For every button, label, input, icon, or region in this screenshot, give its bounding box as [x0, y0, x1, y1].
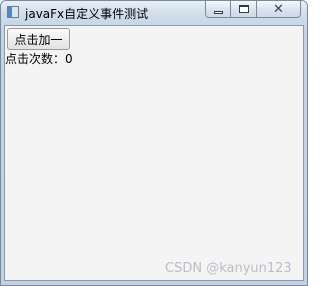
- minimize-button[interactable]: [205, 1, 231, 18]
- minimize-icon: [213, 10, 223, 14]
- title-bar[interactable]: javaFx自定义事件测试 ✕: [1, 1, 307, 25]
- click-count-row: 点击次数：0: [5, 50, 73, 67]
- app-icon: [7, 6, 19, 18]
- app-window: javaFx自定义事件测试 ✕ 点击加一 点击次数：0 CSDN @kanyun…: [0, 0, 308, 286]
- window-title: javaFx自定义事件测试: [25, 7, 149, 21]
- watermark-text: CSDN @kanyun123: [165, 261, 292, 276]
- close-icon: ✕: [273, 1, 284, 17]
- click-count-value: 0: [65, 52, 73, 66]
- increment-button[interactable]: 点击加一: [7, 28, 70, 50]
- caption-buttons: ✕: [205, 1, 301, 19]
- click-count-label: 点击次数：: [5, 52, 66, 66]
- restore-icon: [238, 5, 249, 13]
- close-button[interactable]: ✕: [257, 1, 301, 18]
- client-area: 点击加一 点击次数：0 CSDN @kanyun123: [4, 25, 304, 281]
- restore-button[interactable]: [231, 1, 257, 18]
